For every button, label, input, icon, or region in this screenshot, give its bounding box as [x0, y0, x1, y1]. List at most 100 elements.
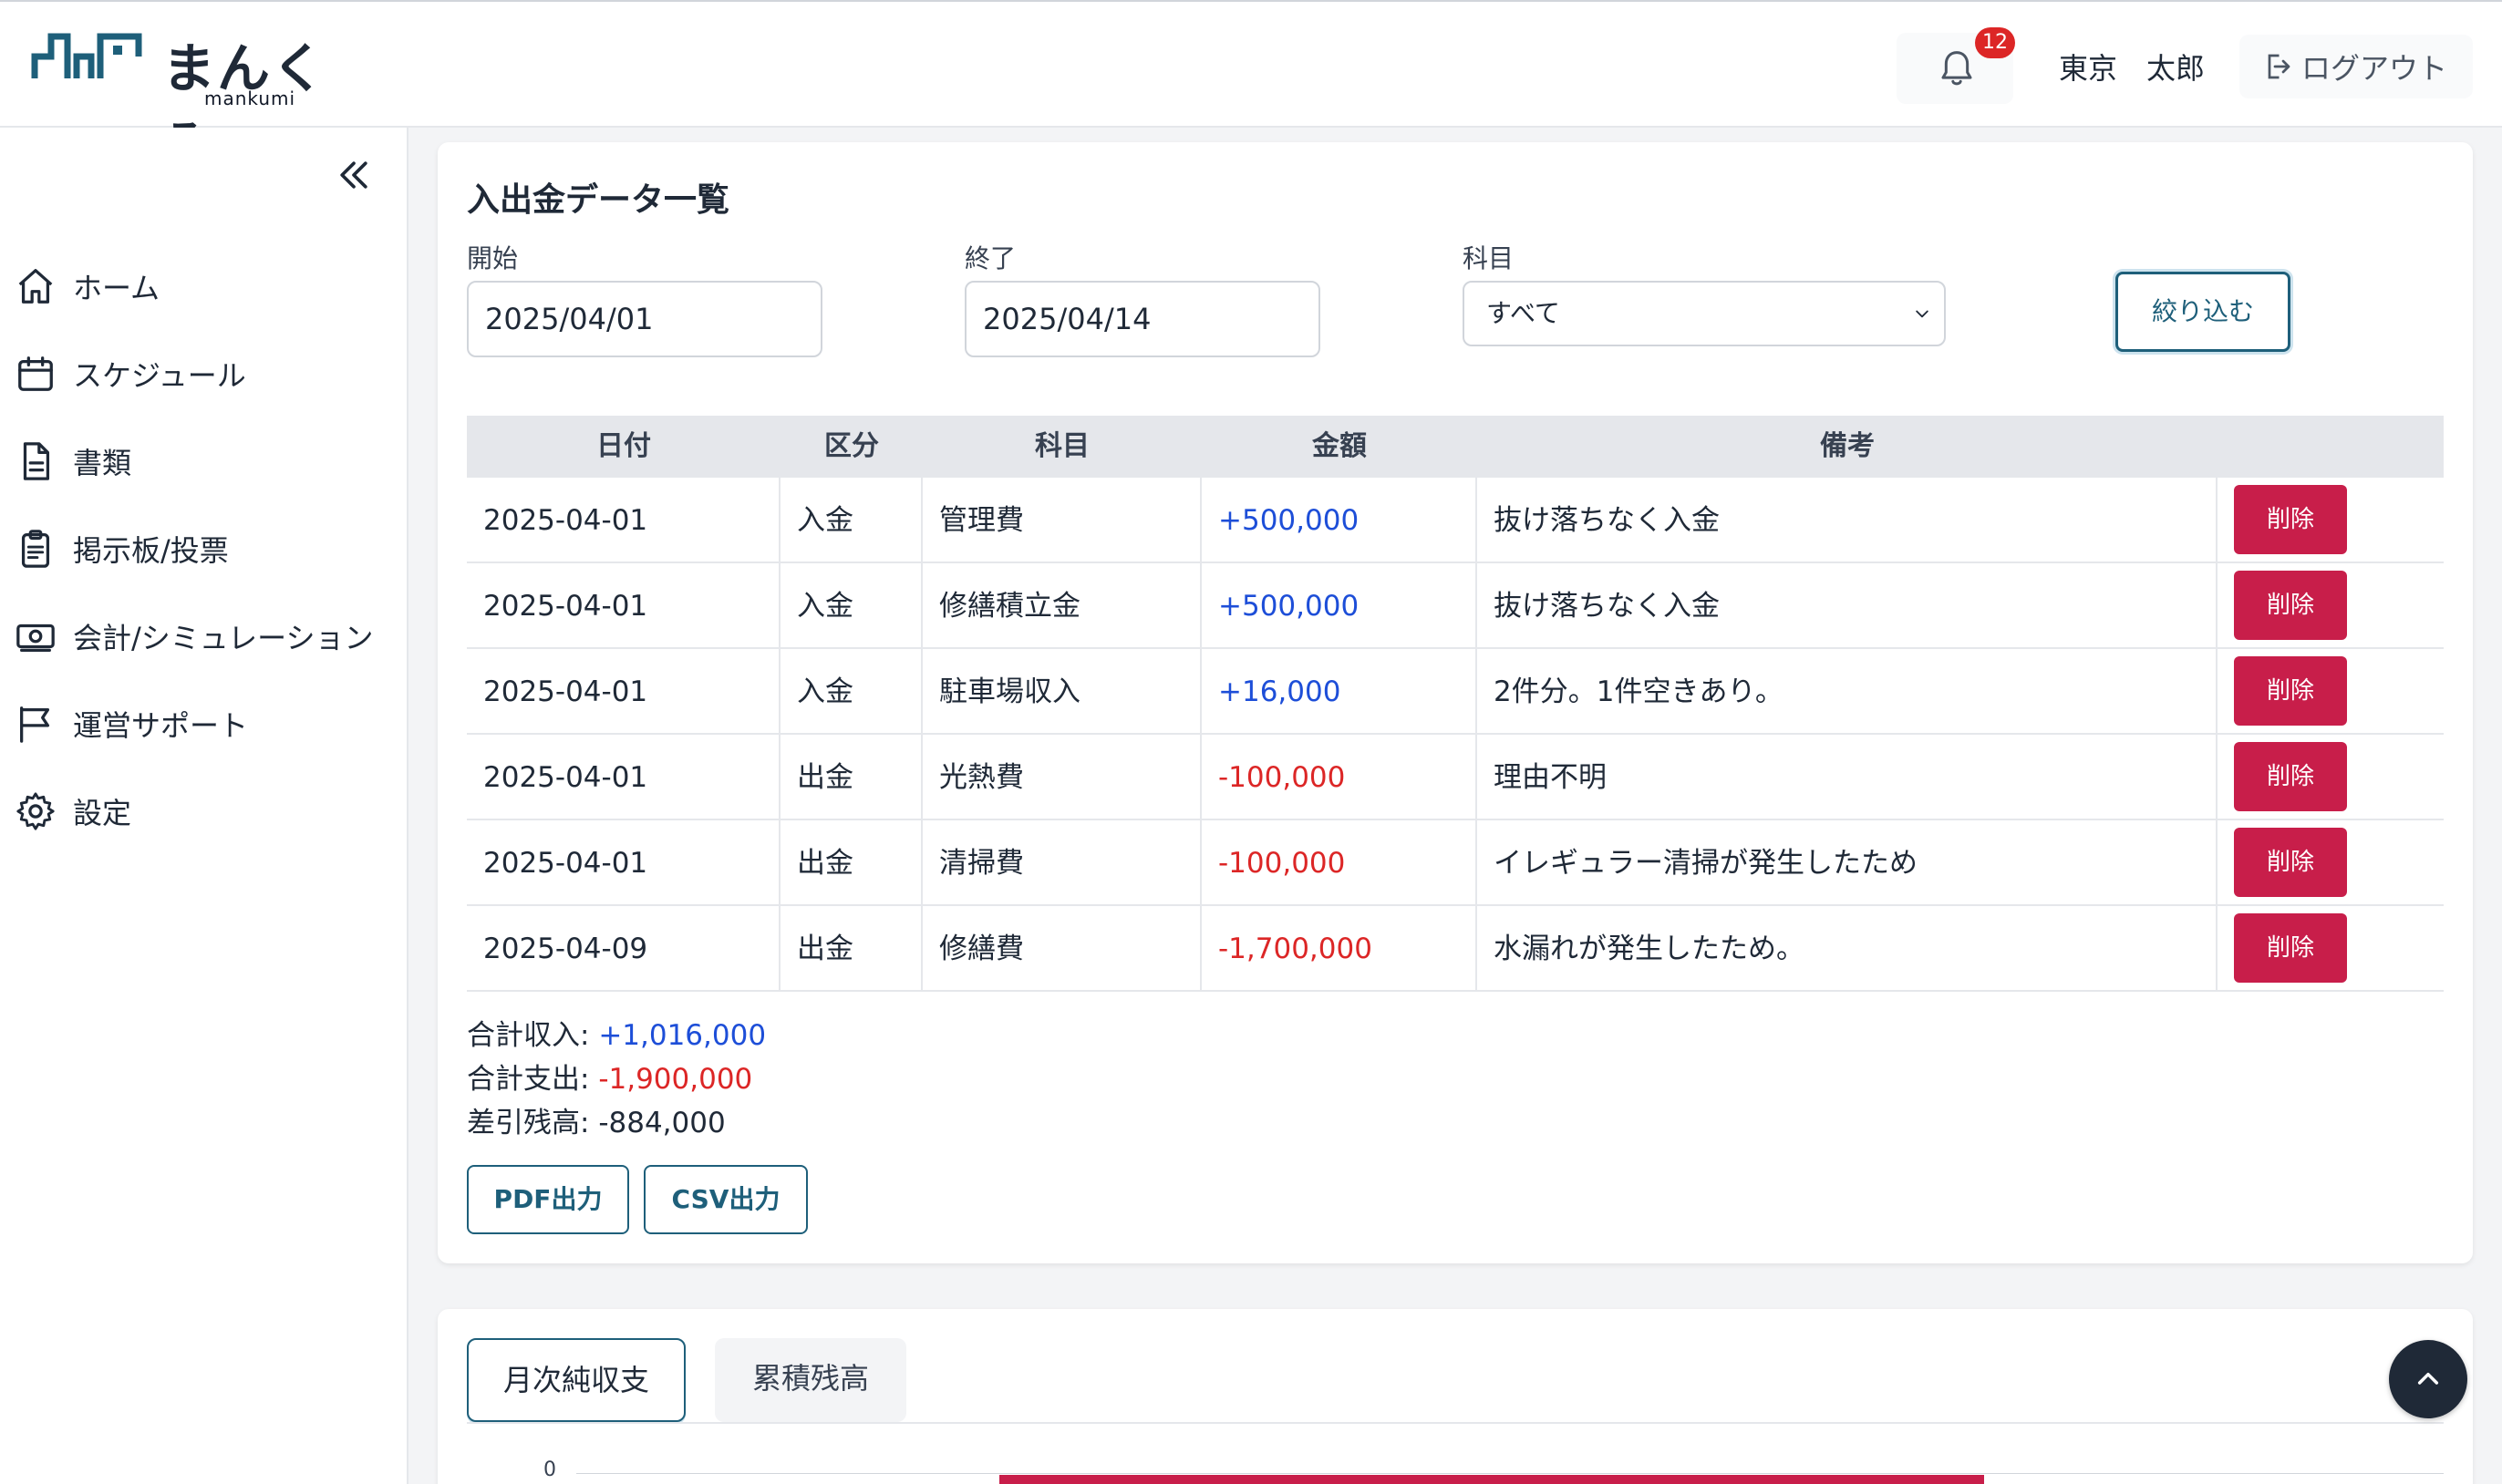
cell-date: 2025-04-09: [467, 906, 781, 992]
total-income-value: +1,016,000: [598, 1019, 767, 1052]
delete-button[interactable]: 削除: [2234, 656, 2347, 726]
cell-type: 出金: [781, 735, 923, 820]
delete-button[interactable]: 削除: [2234, 485, 2347, 554]
sidebar-item-label: 設定: [73, 796, 132, 830]
csv-export-button[interactable]: CSV出力: [644, 1165, 808, 1234]
tab-cumulative-balance[interactable]: 累積残高: [715, 1338, 906, 1422]
logo-mark-icon: [31, 33, 142, 78]
sidebar-item-label: 掲示板/投票: [73, 533, 229, 568]
cell-date: 2025-04-01: [467, 735, 781, 820]
delete-button[interactable]: 削除: [2234, 742, 2347, 811]
notification-button[interactable]: 12: [1897, 27, 2015, 104]
app-logo[interactable]: まんくみ mankumi: [31, 22, 341, 176]
chart-card: 月次純収支 累積残高 0: [438, 1309, 2473, 1484]
cell-category: 修繕積立金: [923, 563, 1202, 649]
cell-category: 修繕費: [923, 906, 1202, 992]
filter-button[interactable]: 絞り込む: [2115, 272, 2290, 352]
logout-button[interactable]: ログアウト: [2239, 35, 2473, 98]
cell-note: 抜け落ちなく入金: [1477, 563, 2218, 649]
table-row: 2025-04-01 入金 管理費 +500,000 抜け落ちなく入金 削除: [467, 478, 2444, 563]
sidebar-item-support[interactable]: 運営サポート: [15, 696, 248, 751]
bell-icon: [1941, 51, 1972, 86]
gear-icon: [16, 792, 55, 830]
total-expense-label: 合計支出:: [467, 1063, 590, 1096]
pdf-export-button[interactable]: PDF出力: [467, 1165, 629, 1234]
sidebar: ホーム スケジュール 書類 掲示板/投票 会計/シミュレーション 運営サポート …: [0, 128, 408, 1484]
sidebar-item-label: スケジュール: [73, 358, 246, 393]
cell-amount: +16,000: [1202, 649, 1477, 735]
chart-y-tick: 0: [543, 1458, 556, 1481]
collapse-sidebar-icon[interactable]: [334, 155, 374, 195]
cell-date: 2025-04-01: [467, 478, 781, 563]
sidebar-item-label: 会計/シミュレーション: [73, 621, 374, 655]
table-row: 2025-04-01 出金 清掃費 -100,000 イレギュラー清掃が発生した…: [467, 820, 2444, 906]
user-name: 東京 太郎: [2059, 51, 2206, 86]
flag-icon: [20, 706, 50, 743]
sidebar-item-home[interactable]: ホーム: [15, 259, 160, 314]
cell-amount: +500,000: [1202, 478, 1477, 563]
calendar-icon: [18, 356, 53, 391]
home-icon: [18, 269, 53, 304]
sidebar-item-settings[interactable]: 設定: [15, 784, 131, 839]
cell-category: 清掃費: [923, 820, 1202, 906]
money-icon: [16, 623, 55, 652]
table-row: 2025-04-01 出金 光熱費 -100,000 理由不明 削除: [467, 735, 2444, 820]
transactions-card: 入出金データ一覧 開始 2025/04/01 終了 2025/04/14 科目 …: [438, 142, 2473, 1263]
chevron-down-icon: [1916, 310, 1928, 318]
logout-label: ログアウト: [2301, 51, 2448, 86]
cell-category: 駐車場収入: [923, 649, 1202, 735]
total-expense-value: -1,900,000: [598, 1063, 753, 1096]
cell-note: 水漏れが発生したため。: [1477, 906, 2218, 992]
end-date-input[interactable]: 2025/04/14: [965, 281, 1320, 357]
sidebar-item-board[interactable]: 掲示板/投票: [15, 521, 229, 576]
document-icon: [23, 442, 50, 480]
cell-type: 入金: [781, 649, 923, 735]
delete-button[interactable]: 削除: [2234, 828, 2347, 897]
cell-action: 削除: [2218, 820, 2444, 906]
cell-note: 理由不明: [1477, 735, 2218, 820]
cell-amount: -100,000: [1202, 735, 1477, 820]
table-row: 2025-04-01 入金 駐車場収入 +16,000 2件分。1件空きあり。 …: [467, 649, 2444, 735]
cell-amount: +500,000: [1202, 563, 1477, 649]
sidebar-item-accounting[interactable]: 会計/シミュレーション: [15, 609, 374, 664]
table-row: 2025-04-09 出金 修繕費 -1,700,000 水漏れが発生したため。…: [467, 906, 2444, 992]
tab-monthly-net[interactable]: 月次純収支: [467, 1338, 686, 1422]
category-select[interactable]: すべて: [1463, 281, 1946, 346]
tab-divider: [467, 1422, 2444, 1424]
cell-type: 入金: [781, 478, 923, 563]
sidebar-item-label: ホーム: [73, 271, 160, 305]
balance-line: 差引残高: -884,000: [467, 1101, 766, 1145]
delete-button[interactable]: 削除: [2234, 913, 2347, 983]
column-header-note: 備考: [1820, 430, 1875, 462]
column-header-amount: 金額: [1312, 430, 1367, 462]
sidebar-item-documents[interactable]: 書類: [15, 434, 131, 489]
app-header: まんくみ mankumi 12 東京 太郎 ログアウト: [0, 0, 2502, 176]
chevron-up-icon: [2417, 1372, 2439, 1385]
sidebar-item-schedule[interactable]: スケジュール: [15, 346, 246, 401]
column-header-category: 科目: [1035, 430, 1090, 462]
cell-note: 2件分。1件空きあり。: [1477, 649, 2218, 735]
total-income-label: 合計収入:: [467, 1019, 590, 1052]
clipboard-icon: [21, 530, 50, 568]
chart-bar: [999, 1475, 1984, 1484]
start-date-input[interactable]: 2025/04/01: [467, 281, 822, 357]
logo-subtext: mankumi: [204, 88, 296, 109]
delete-button[interactable]: 削除: [2234, 571, 2347, 640]
cell-note: イレギュラー清掃が発生したため: [1477, 820, 2218, 906]
end-date-label: 終了: [965, 243, 1017, 273]
category-select-value: すべて: [1486, 298, 1560, 328]
scroll-to-top-button[interactable]: [2389, 1340, 2467, 1418]
cell-category: 管理費: [923, 478, 1202, 563]
cell-amount: -1,700,000: [1202, 906, 1477, 992]
total-income-line: 合計収入: +1,016,000: [467, 1014, 766, 1057]
cell-action: 削除: [2218, 906, 2444, 992]
table-header: 日付 区分 科目 金額 備考: [467, 416, 2444, 478]
cell-action: 削除: [2218, 478, 2444, 563]
cell-type: 入金: [781, 563, 923, 649]
sidebar-item-label: 運営サポート: [73, 708, 249, 743]
cell-date: 2025-04-01: [467, 563, 781, 649]
cell-type: 出金: [781, 820, 923, 906]
totals-summary: 合計収入: +1,016,000 合計支出: -1,900,000 差引残高: …: [467, 1014, 766, 1145]
cell-type: 出金: [781, 906, 923, 992]
cell-action: 削除: [2218, 563, 2444, 649]
